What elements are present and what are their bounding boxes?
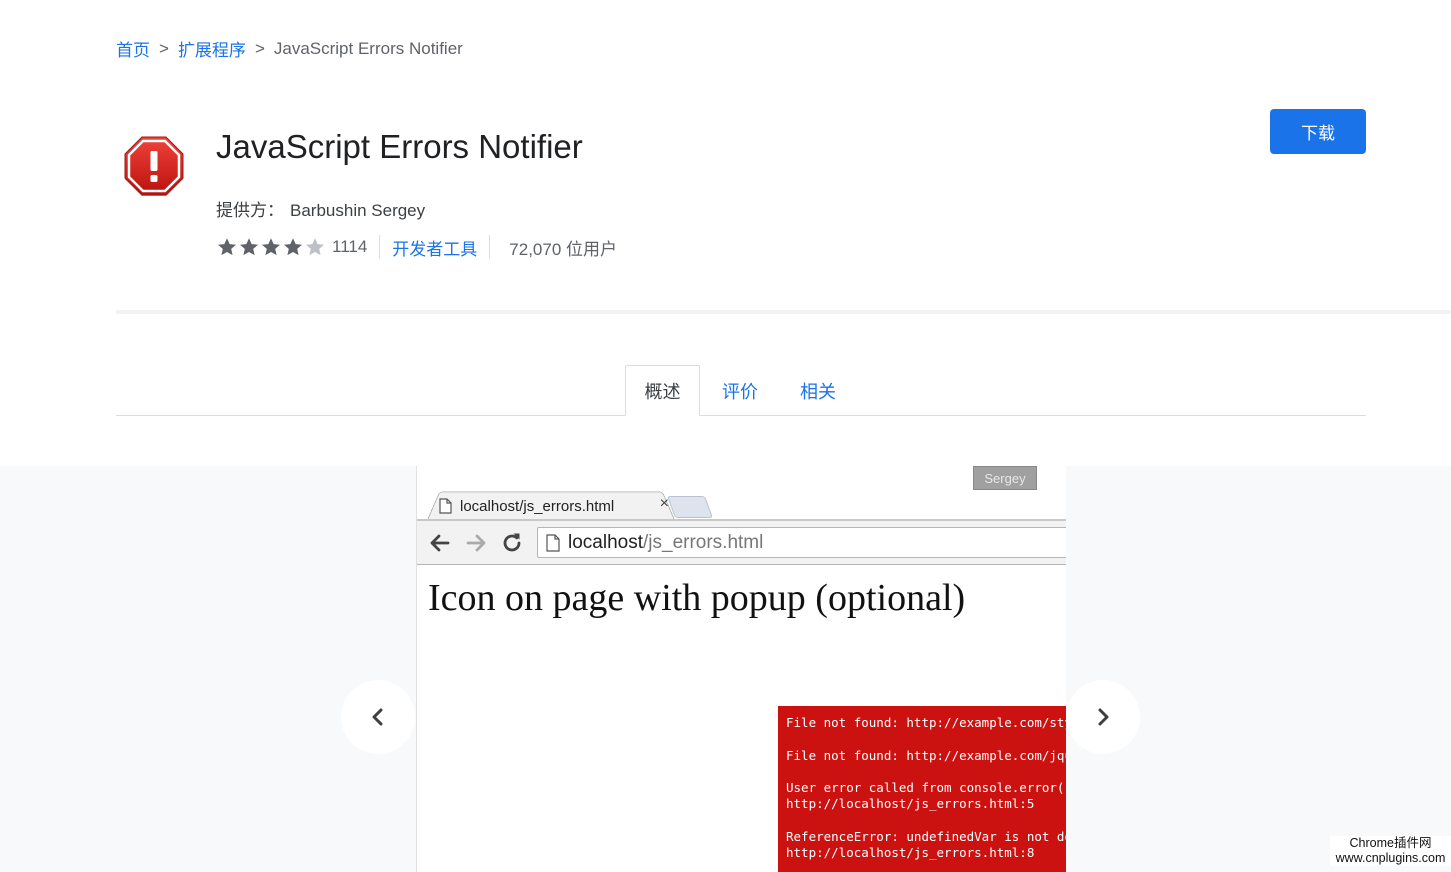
star-filled-icon: [284, 238, 302, 256]
provider-label: 提供方：: [216, 201, 284, 220]
tab-overview[interactable]: 概述: [625, 365, 700, 416]
error-line: http://localhost/js_errors.html:5: [786, 796, 1035, 812]
forward-arrow-icon: [466, 534, 486, 552]
chevron-right-icon: [1098, 708, 1109, 726]
error-line: ​: [786, 764, 1066, 780]
rating-stars[interactable]: [216, 236, 326, 258]
user-count: 72,070 位用户: [509, 239, 618, 259]
close-icon: ×: [659, 495, 669, 512]
provider-line: 提供方： Barbushin Sergey: [216, 196, 425, 221]
star-filled-icon: [218, 238, 236, 256]
back-arrow-icon: [430, 534, 450, 552]
watermark: Chrome插件网 www.cnplugins.com: [1330, 836, 1451, 866]
gallery-screenshot: Sergey localhost/js_errors.html × localh…: [416, 466, 1066, 872]
address-bar: localhost/js_errors.html: [537, 527, 1066, 558]
browser-tab-title: localhost/js_errors.html: [460, 497, 615, 515]
star-empty-icon: [306, 238, 324, 256]
url-path: /js_errors.html: [643, 531, 764, 553]
extension-detail-page: 首页 > 扩展程序 > JavaScript Errors Notifier J…: [0, 0, 1451, 872]
page-file-icon: [439, 498, 452, 514]
error-line: File not found: http://example.com/jquer…: [786, 747, 1066, 763]
watermark-line: Chrome插件网: [1349, 836, 1432, 850]
watermark-line: www.cnplugins.com: [1335, 851, 1446, 865]
extension-meta: 1114 开发者工具 72,070 位用户: [216, 235, 617, 259]
meta-divider: [489, 235, 491, 259]
error-line: http://localhost/js_errors.html:8: [786, 845, 1035, 861]
error-popup: File not found: http://example.com/style…: [778, 706, 1066, 872]
rating-count[interactable]: 1114: [332, 237, 367, 257]
error-line: User error called from console.error(): [786, 780, 1066, 796]
star-filled-icon: [240, 238, 258, 256]
gallery-next-button[interactable]: [1066, 680, 1140, 754]
error-line: ​: [786, 813, 1066, 829]
demo-page-heading: Icon on page with popup (optional): [428, 577, 966, 619]
tab-reviews[interactable]: 评价: [708, 365, 772, 416]
breadcrumb-home-link[interactable]: 首页: [116, 36, 150, 61]
red-octagon-exclamation-icon: [124, 136, 184, 196]
provider-name: Barbushin Sergey: [290, 201, 426, 220]
page-file-icon: [546, 534, 560, 552]
url-host: localhost: [568, 531, 643, 553]
breadcrumb-separator: >: [159, 38, 169, 58]
error-line: File not found: http://example.com/style…: [786, 715, 1066, 730]
chevron-left-icon: [372, 708, 383, 726]
star-filled-icon: [262, 238, 280, 256]
meta-divider: [379, 235, 381, 259]
extension-title: JavaScript Errors Notifier: [216, 128, 583, 165]
breadcrumb-separator: >: [254, 38, 265, 58]
header-divider: [116, 310, 1451, 314]
reload-icon: [503, 533, 521, 552]
profile-chip: Sergey: [973, 466, 1037, 490]
error-line: ReferenceError: undefinedVar is not defi…: [786, 829, 1066, 845]
new-tab-shape: [666, 496, 714, 518]
breadcrumb-current: JavaScript Errors Notifier: [273, 38, 463, 58]
browser-tab-content: localhost/js_errors.html ×: [439, 494, 669, 518]
tab-related[interactable]: 相关: [786, 365, 850, 416]
breadcrumb: 首页 > 扩展程序 > JavaScript Errors Notifier: [116, 36, 463, 61]
category-link[interactable]: 开发者工具: [392, 235, 477, 260]
breadcrumb-extensions-link[interactable]: 扩展程序: [178, 36, 246, 61]
gallery-prev-button[interactable]: [341, 680, 415, 754]
error-line: ​: [786, 731, 1066, 747]
download-button[interactable]: 下载: [1270, 109, 1366, 154]
